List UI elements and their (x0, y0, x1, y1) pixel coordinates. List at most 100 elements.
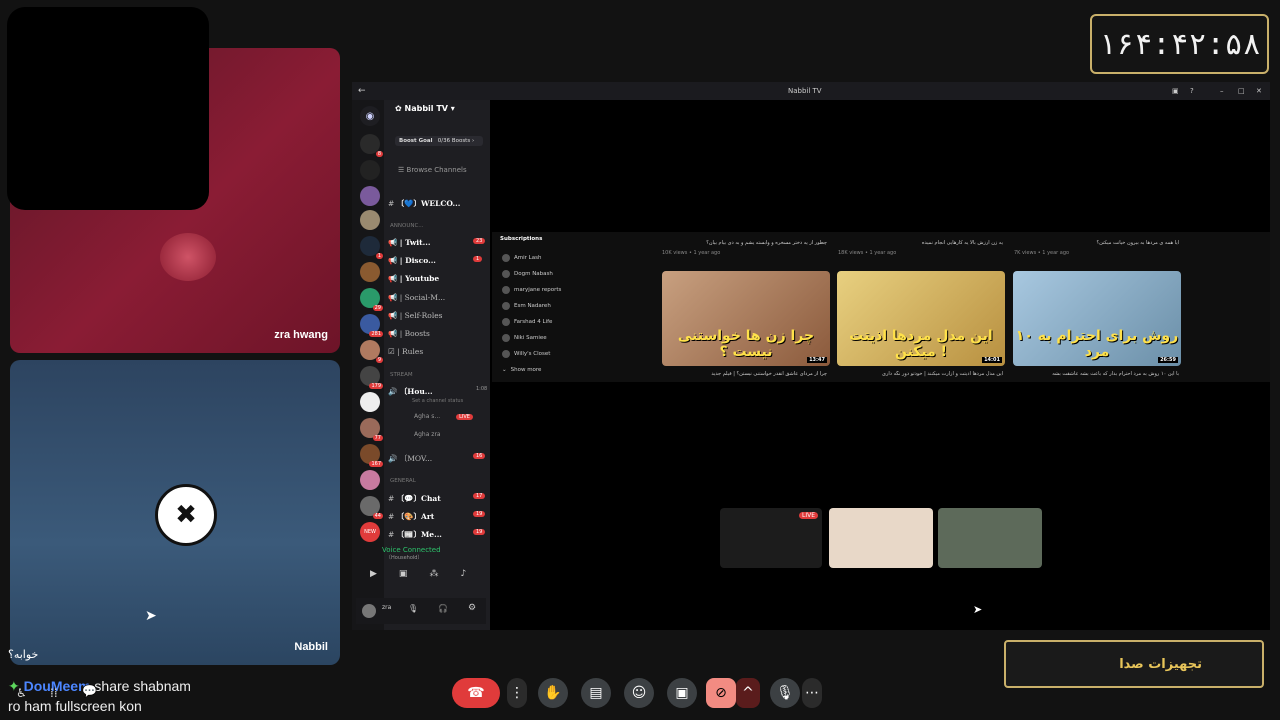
channel-item[interactable]: 📢 | Social-M... (388, 293, 445, 302)
subscription-item[interactable]: maryjane reports (500, 282, 650, 298)
category-header[interactable]: GENERAL (390, 478, 416, 484)
screen-share-thumbnail[interactable]: LIVE (720, 508, 822, 568)
minimize-icon[interactable]: – (1220, 87, 1224, 95)
server-icon[interactable]: 167 (360, 444, 383, 467)
activities-icon[interactable]: ⁂ (429, 569, 438, 579)
subscriptions-heading[interactable]: Subscriptions (500, 236, 650, 250)
category-header[interactable]: ANNOUNC... (390, 223, 424, 229)
voice-channel-item[interactable]: 🔊 〔Hou... 1:08 (388, 386, 487, 397)
server-icon[interactable] (360, 160, 380, 180)
participant-thumbnail-cat[interactable] (938, 508, 1042, 568)
soundboard-icon[interactable]: ♪ (460, 569, 466, 579)
video-title[interactable]: چطور از یه دختر مسخره و وابسته یشم و به … (662, 240, 827, 246)
subscription-item[interactable]: Willy's Closet (500, 346, 650, 362)
show-more[interactable]: ⌄ Show more (500, 362, 650, 378)
camera-off-button[interactable]: ⊘ (706, 678, 736, 708)
channel-item[interactable]: 📢 | Twit... 23 (388, 238, 486, 247)
server-icon[interactable] (360, 210, 380, 230)
gear-icon[interactable]: ⚙ (468, 603, 476, 613)
video-title[interactable]: آیا همه ی مردها به بیرون خیانت میکنن؟ (1014, 240, 1179, 246)
video-meta: 7K views • 1 year ago (1014, 250, 1070, 256)
channel-item[interactable]: # 〔💬〕Chat 17 (388, 493, 486, 504)
server-icon[interactable]: 281 (360, 314, 383, 337)
raise-hand-button[interactable]: ✋ (538, 678, 568, 708)
subscription-item[interactable]: Farshad 4 Life (500, 314, 650, 330)
channel-timer: 1:08 (476, 386, 488, 392)
server-icon[interactable]: 29 (360, 288, 383, 311)
microphone-button[interactable]: 🎙 (770, 678, 800, 708)
server-icon[interactable] (360, 470, 380, 490)
subscription-item[interactable]: Niki Samiee (500, 330, 650, 346)
channel-label: 〔📰〕Me... (396, 530, 442, 539)
window-title: Nabbil TV (788, 87, 822, 95)
video-title[interactable]: یه زن ارزش بالا یه کارهایی انجام نمیده (838, 240, 1003, 246)
subscription-item[interactable]: Amir Lash (500, 250, 650, 266)
subscription-item[interactable]: Esm Nadareh (500, 298, 650, 314)
captions-button[interactable]: ▤ (581, 678, 611, 708)
channel-item[interactable]: 📢 | Disco... 1 (388, 256, 483, 265)
channel-item[interactable]: 📢 | Self-Roles (388, 311, 443, 320)
participant-thumbnail-cat[interactable] (829, 508, 933, 568)
maximize-icon[interactable]: □ (1238, 87, 1245, 95)
inbox-icon[interactable]: ▣ (1172, 87, 1179, 95)
discord-home-icon[interactable]: ◉ (360, 106, 380, 126)
channel-item[interactable]: # 〔💙〕WELCO... (388, 198, 460, 209)
subscription-name: Willy's Closet (514, 351, 551, 357)
present-button[interactable]: ▣ (667, 678, 697, 708)
accessibility-icon[interactable]: ♿ (16, 686, 27, 700)
emoji-button[interactable]: ☺ (624, 678, 654, 708)
more-horiz-icon[interactable]: ⋯ (802, 678, 822, 708)
new-badge[interactable]: NEW (360, 522, 380, 542)
browse-channels[interactable]: ☰ Browse Channels (398, 166, 467, 174)
help-icon[interactable]: ? (1190, 87, 1194, 95)
boost-goal[interactable]: Boost Goal 0/36 Boosts › (395, 136, 483, 146)
video-thumbnail[interactable]: این مدل مردها اذیتت میکنن ! 14:01 (837, 271, 1005, 366)
screen-share-icon[interactable]: ▣ (399, 569, 408, 579)
chat-text: share shabnam (94, 678, 191, 694)
channel-item[interactable]: ☑ | Rules (388, 347, 423, 356)
server-icon[interactable]: 9 (360, 340, 383, 363)
end-call-button[interactable]: ☎ (452, 678, 500, 708)
participant-tile-nabbil[interactable]: ✖ Nabbil (10, 360, 340, 665)
voice-user[interactable]: Agha s... LIVE (414, 413, 473, 420)
avatar[interactable] (362, 604, 376, 618)
self-view-tile[interactable] (7, 7, 209, 210)
headphones-icon[interactable]: 🎧 (438, 604, 448, 613)
camera-options-button[interactable]: ^ (736, 678, 760, 708)
chat-icon[interactable]: 💬 (82, 684, 97, 698)
channel-item[interactable]: # 〔📰〕Me... 19 (388, 529, 486, 540)
video-title[interactable]: این مدل مردها اذیتت و آزارت میکنند | خود… (838, 371, 1003, 377)
apps-icon[interactable]: ⁞⁞ (50, 686, 58, 700)
video-title[interactable]: چرا از مردای عاشق آنقدر خواستنی نیستن؟ |… (662, 371, 827, 377)
user-panel[interactable]: zra 🎙 🎧 ⚙ (356, 598, 486, 624)
channel-status[interactable]: Set a channel status (412, 398, 463, 404)
server-icon[interactable]: 44 (360, 496, 383, 519)
more-vert-icon[interactable]: ⋮ (507, 678, 527, 708)
server-icon[interactable]: 1 (360, 236, 383, 259)
video-title[interactable]: با این ۱۰ روش به مرد احترام بذار که باعث… (1014, 371, 1179, 377)
voice-channel-item[interactable]: 🔊 〔MOV... 16 (388, 453, 486, 464)
server-icon[interactable]: 77 (360, 418, 383, 441)
subscription-item[interactable]: Dogm Nabash (500, 266, 650, 282)
channel-label: 〔💙〕WELCO... (396, 199, 461, 208)
video-thumbnail[interactable]: چرا زن ها خواستنی نیست ؟ 13:47 (662, 271, 830, 366)
close-icon[interactable]: ✕ (1256, 87, 1262, 95)
channel-item[interactable]: 📢 | Youtube (388, 274, 439, 283)
camera-icon[interactable]: ▶ (370, 569, 377, 579)
server-icon[interactable]: 179 (360, 366, 383, 389)
server-icon[interactable]: 8 (360, 134, 383, 157)
back-arrow-icon[interactable]: ← (358, 86, 366, 96)
microphone-icon[interactable]: 🎙 (408, 604, 418, 613)
voice-user-name: Agha zra (414, 431, 441, 438)
subscription-name: Dogm Nabash (514, 271, 553, 277)
server-icon[interactable] (360, 262, 380, 282)
video-thumbnail[interactable]: ۱۰ روش برای احترام به مرد 26:59 (1013, 271, 1181, 366)
guild-header[interactable]: ✿ Nabbil TV ▾ (395, 104, 455, 113)
server-icon[interactable] (360, 186, 380, 206)
voice-user[interactable]: Agha zra (414, 431, 441, 438)
server-icon[interactable] (360, 392, 380, 412)
channel-item[interactable]: # 〔🎨〕Art 19 (388, 511, 486, 522)
channel-item[interactable]: 📢 | Boosts (388, 329, 430, 338)
category-header[interactable]: STREAM (390, 372, 413, 378)
voice-connected-panel[interactable]: Voice Connected 〔Household〕 ▶ ▣ ⁂ ♪ (362, 546, 488, 579)
